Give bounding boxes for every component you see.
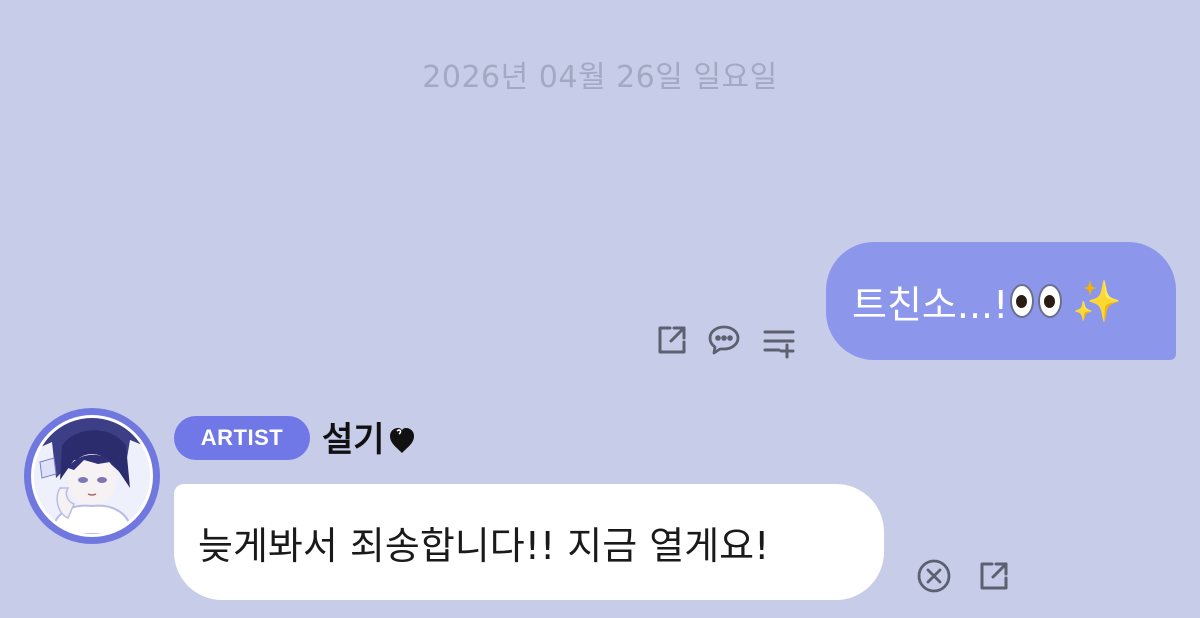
add-to-list-icon[interactable] [759,322,799,362]
outgoing-message-bubble[interactable]: 트친소...! ✨ [826,242,1176,360]
sender-name: 설기 [322,420,385,460]
outgoing-message-text: 트친소...! [852,282,1009,327]
heart-icon [389,428,414,453]
artist-badge: ARTIST [174,416,310,460]
share-icon[interactable] [652,320,692,360]
incoming-message-bubble[interactable]: 늦게봐서 죄송합니다!! 지금 열게요! [174,484,884,600]
share-icon[interactable] [974,556,1014,596]
eyes-emoji-icon [1010,284,1066,318]
sparkles-emoji-icon: ✨ [1072,278,1123,325]
date-separator: 2026년 04월 26일 일요일 [422,60,778,95]
sender-name-row[interactable]: 설기 [322,412,417,461]
avatar-illustration [34,418,150,534]
incoming-message-text: 늦게봐서 죄송합니다!! 지금 열게요! [198,523,770,568]
artist-avatar[interactable] [24,408,160,544]
comment-icon[interactable] [705,320,745,360]
close-icon[interactable] [914,556,954,596]
